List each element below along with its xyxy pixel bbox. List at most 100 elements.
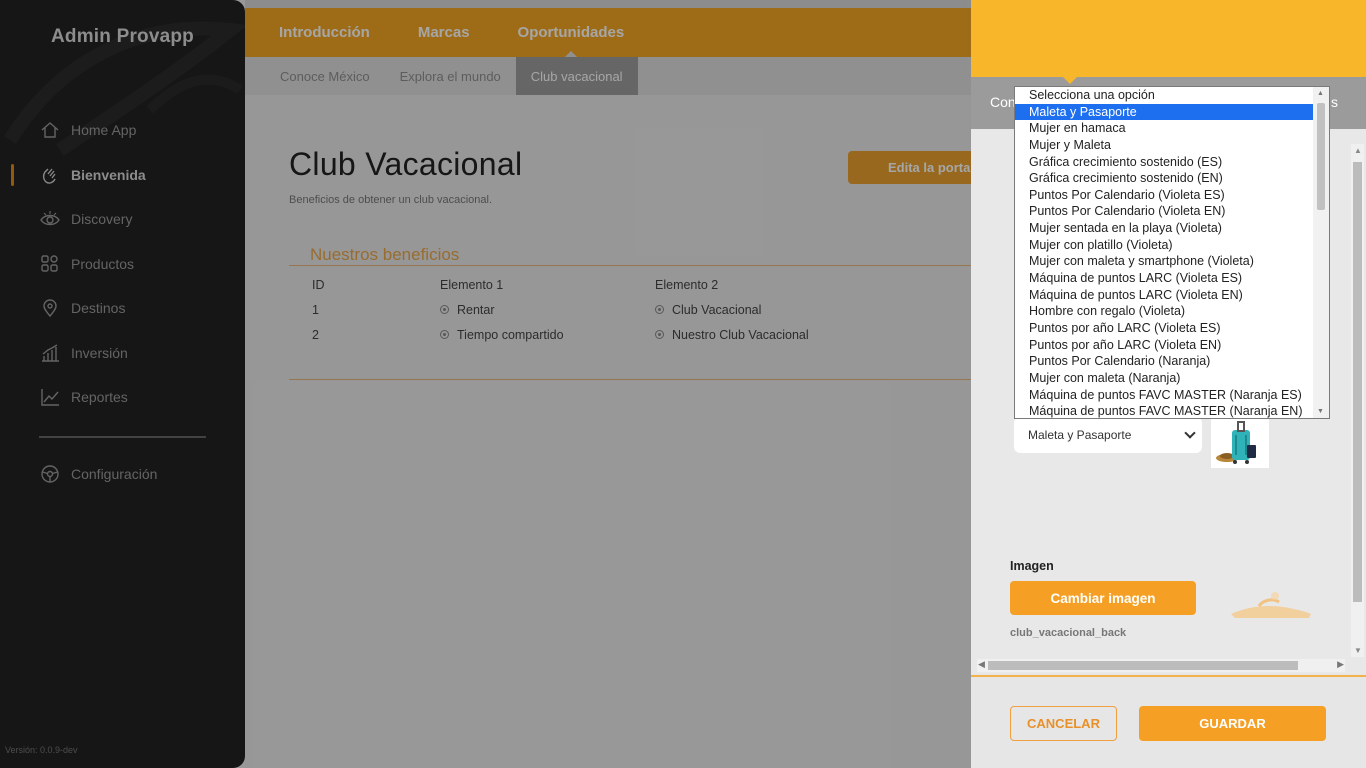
chevron-down-icon xyxy=(1184,427,1196,439)
panel-tab-indicator xyxy=(1063,77,1077,84)
dropdown-option[interactable]: Mujer con maleta (Naranja) xyxy=(1015,370,1313,387)
cell-id: 2 xyxy=(312,328,319,342)
radio-dot-icon xyxy=(440,305,449,314)
sidebar-item-destinos[interactable]: Destinos xyxy=(0,286,245,331)
tab-marcas[interactable]: Marcas xyxy=(418,24,470,41)
brand-title: Admin Provapp xyxy=(50,26,194,47)
subtab-conoce-mexico[interactable]: Conoce México xyxy=(265,57,385,95)
dropdown-option[interactable]: Máquina de puntos FAVC MASTER (Naranja E… xyxy=(1015,403,1313,418)
image-select[interactable]: Maleta y Pasaporte xyxy=(1014,417,1202,453)
change-image-button[interactable]: Cambiar imagen xyxy=(1010,581,1196,615)
scroll-up-arrow-icon[interactable]: ▲ xyxy=(1317,90,1324,97)
image-filename: club_vacacional_back xyxy=(1010,627,1127,639)
cell-elemento-2: Club Vacacional xyxy=(655,303,761,317)
top-nav: Introducción Marcas Oportunidades xyxy=(245,8,971,58)
beach-image-preview xyxy=(1231,592,1311,618)
eye-icon xyxy=(40,209,60,229)
dropdown-option[interactable]: Selecciona una opción xyxy=(1015,87,1313,104)
grid-icon xyxy=(40,254,60,274)
cell-elemento-1: Tiempo compartido xyxy=(440,328,564,342)
dropdown-option[interactable]: Máquina de puntos FAVC MASTER (Naranja E… xyxy=(1015,387,1313,404)
scroll-down-arrow-icon[interactable]: ▼ xyxy=(1317,408,1324,415)
dropdown-option[interactable]: Puntos por año LARC (Violeta ES) xyxy=(1015,320,1313,337)
top-strip xyxy=(245,0,971,8)
dropdown-option[interactable]: Hombre con regalo (Violeta) xyxy=(1015,303,1313,320)
scroll-left-arrow-icon[interactable]: ◀ xyxy=(978,659,985,670)
sub-nav: Conoce México Explora el mundo Club vaca… xyxy=(245,57,971,95)
panel-header xyxy=(971,0,1366,77)
sidebar: Admin Provapp Home App Bienvenida Discov… xyxy=(0,0,245,768)
scrollbar-thumb[interactable] xyxy=(1317,103,1325,210)
cell-id: 1 xyxy=(312,303,319,317)
benefits-bottom-divider xyxy=(289,379,971,380)
image-select-value: Maleta y Pasaporte xyxy=(1028,428,1132,442)
save-button[interactable]: GUARDAR xyxy=(1139,706,1326,741)
sidebar-item-inversion[interactable]: Inversión xyxy=(0,331,245,376)
sidebar-item-label: Home App xyxy=(71,122,137,139)
radio-dot-icon xyxy=(440,330,449,339)
dropdown-option[interactable]: Mujer con maleta y smartphone (Violeta) xyxy=(1015,253,1313,270)
scroll-up-arrow-icon[interactable]: ▲ xyxy=(1354,146,1362,155)
cell-text: Club Vacacional xyxy=(672,303,762,317)
dropdown-option-selected[interactable]: Maleta y Pasaporte xyxy=(1015,103,1313,121)
radio-dot-icon xyxy=(655,305,664,314)
panel-footer: CANCELAR GUARDAR xyxy=(971,675,1366,768)
horizontal-scrollbar[interactable]: ◀ ▶ xyxy=(977,659,1345,672)
dropdown-option[interactable]: Mujer con platillo (Violeta) xyxy=(1015,237,1313,254)
dropdown-option[interactable]: Gráfica crecimiento sostenido (ES) xyxy=(1015,154,1313,171)
scrollbar-thumb[interactable] xyxy=(988,661,1298,670)
cell-text: Tiempo compartido xyxy=(457,328,564,342)
sidebar-item-discovery[interactable]: Discovery xyxy=(0,197,245,242)
sidebar-item-label: Reportes xyxy=(71,389,128,406)
scroll-down-arrow-icon[interactable]: ▼ xyxy=(1354,646,1362,655)
dropdown-scrollbar[interactable]: ▲ ▼ xyxy=(1313,87,1329,418)
dropdown-option[interactable]: Puntos Por Calendario (Violeta ES) xyxy=(1015,187,1313,204)
sidebar-item-label: Discovery xyxy=(71,211,133,228)
panel-tab-right[interactable]: s xyxy=(1331,94,1338,110)
image-select-dropdown[interactable]: Selecciona una opción Maleta y Pasaporte… xyxy=(1014,86,1330,419)
tab-introduccion[interactable]: Introducción xyxy=(279,24,370,41)
sidebar-item-label: Productos xyxy=(71,255,135,272)
sidebar-item-label: Configuración xyxy=(71,465,158,482)
dropdown-option[interactable]: Mujer sentada en la playa (Violeta) xyxy=(1015,220,1313,237)
column-header-elemento-2: Elemento 2 xyxy=(655,278,719,292)
subtab-club-vacacional[interactable]: Club vacacional xyxy=(515,57,638,95)
line-chart-icon xyxy=(40,387,60,407)
sidebar-item-bienvenida[interactable]: Bienvenida xyxy=(0,153,245,198)
wave-hand-icon xyxy=(40,165,60,185)
suitcase-thumbnail xyxy=(1211,417,1269,468)
panel-tab-contenido[interactable]: Con xyxy=(990,94,1016,110)
sidebar-item-label: Destinos xyxy=(71,300,126,317)
scroll-right-arrow-icon[interactable]: ▶ xyxy=(1337,659,1344,670)
cell-elemento-2: Nuestro Club Vacacional xyxy=(655,328,809,342)
column-header-id: ID xyxy=(312,278,325,292)
dropdown-option[interactable]: Mujer en hamaca xyxy=(1015,120,1313,137)
cancel-button[interactable]: CANCELAR xyxy=(1010,706,1117,741)
dropdown-option[interactable]: Gráfica crecimiento sostenido (EN) xyxy=(1015,170,1313,187)
version-label: Versión: 0.0.9-dev xyxy=(5,745,78,755)
cell-text: Rentar xyxy=(457,303,495,317)
column-header-elemento-1: Elemento 1 xyxy=(440,278,504,292)
page-title: Club Vacacional xyxy=(289,146,523,182)
sidebar-item-reportes[interactable]: Reportes xyxy=(0,375,245,420)
sidebar-item-configuracion[interactable]: Configuración xyxy=(0,452,245,497)
dropdown-option[interactable]: Puntos Por Calendario (Naranja) xyxy=(1015,353,1313,370)
sidebar-item-home-app[interactable]: Home App xyxy=(0,108,245,153)
edit-portada-button[interactable]: Edita la porta xyxy=(848,151,988,184)
bar-chart-icon xyxy=(40,343,60,363)
sidebar-nav: Home App Bienvenida Discovery Productos … xyxy=(0,108,245,496)
scrollbar-thumb[interactable] xyxy=(1353,162,1362,602)
dropdown-option[interactable]: Puntos por año LARC (Violeta EN) xyxy=(1015,337,1313,354)
tab-oportunidades[interactable]: Oportunidades xyxy=(518,24,624,58)
dropdown-option[interactable]: Máquina de puntos LARC (Violeta ES) xyxy=(1015,270,1313,287)
sidebar-item-label: Inversión xyxy=(71,344,128,361)
cell-text: Nuestro Club Vacacional xyxy=(672,328,809,342)
dropdown-option[interactable]: Mujer y Maleta xyxy=(1015,137,1313,154)
dropdown-option[interactable]: Puntos Por Calendario (Violeta EN) xyxy=(1015,203,1313,220)
image-label: Imagen xyxy=(1010,559,1054,573)
vertical-scrollbar[interactable]: ▲ ▼ xyxy=(1351,144,1364,657)
sidebar-divider xyxy=(39,435,206,438)
subtab-explora-el-mundo[interactable]: Explora el mundo xyxy=(385,57,516,95)
sidebar-item-productos[interactable]: Productos xyxy=(0,242,245,287)
dropdown-option[interactable]: Máquina de puntos LARC (Violeta EN) xyxy=(1015,287,1313,304)
